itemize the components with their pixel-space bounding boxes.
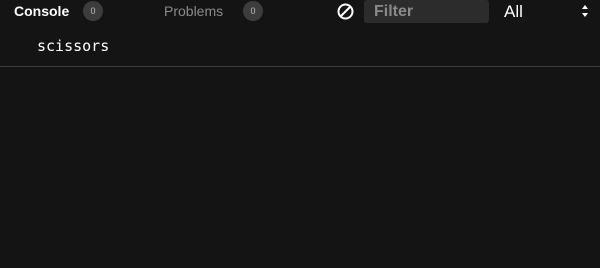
clear-console-button[interactable]: [336, 2, 355, 21]
tab-problems-label: Problems: [164, 3, 224, 19]
filter-input[interactable]: [364, 0, 489, 23]
log-entry: scissors: [0, 24, 600, 67]
clear-console-icon: [337, 3, 354, 20]
problems-count-badge: 0: [243, 1, 263, 21]
console-toolbar: Console 0 Problems 0 All: [0, 0, 600, 24]
log-entry-text: scissors: [37, 37, 110, 55]
log-level-value: All: [504, 2, 523, 21]
tab-console-label: Console: [14, 3, 70, 19]
log-level-select[interactable]: All: [496, 0, 600, 24]
tab-problems[interactable]: Problems: [164, 1, 223, 21]
select-arrows-icon: [582, 5, 588, 17]
console-count-badge: 0: [83, 1, 103, 21]
console-log-area: scissors: [0, 24, 600, 268]
tab-console[interactable]: Console: [14, 1, 69, 21]
